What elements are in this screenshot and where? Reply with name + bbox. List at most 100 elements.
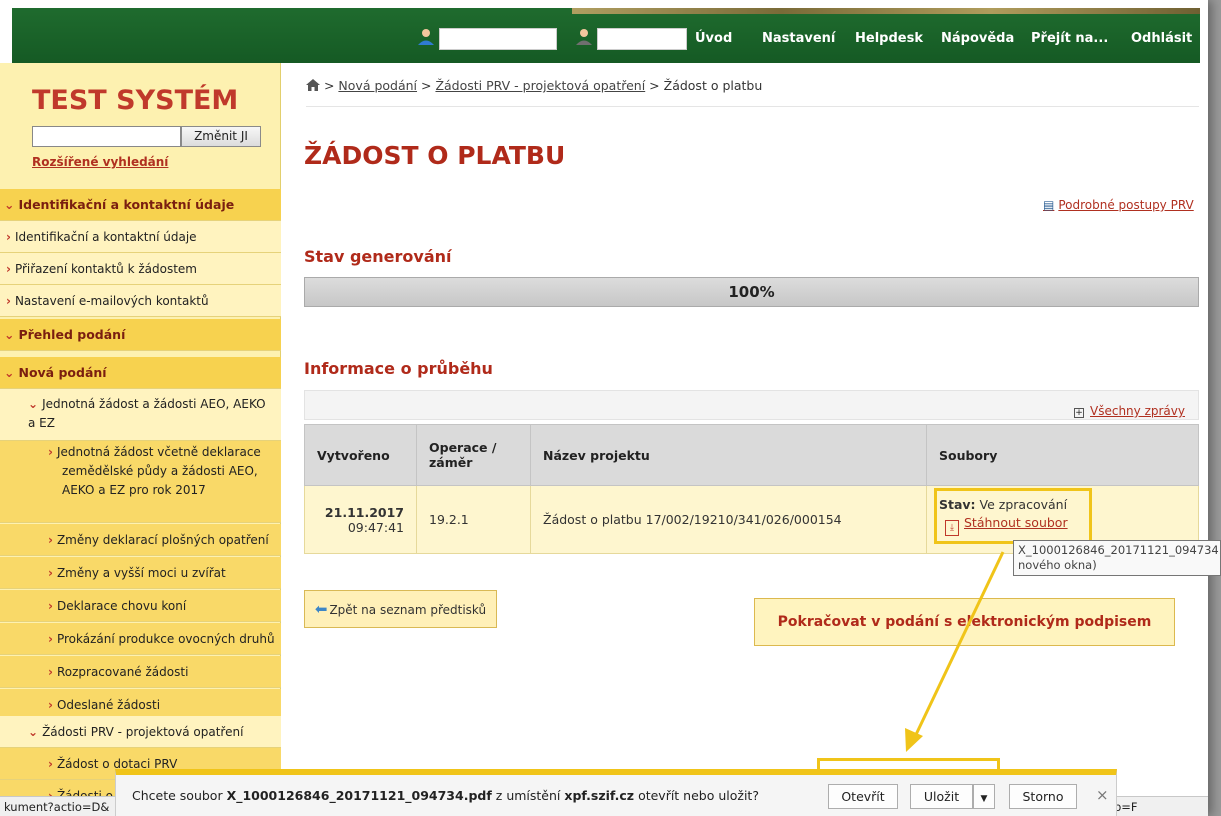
user-icon xyxy=(576,29,592,45)
download-suffix: otevřít nebo uložit? xyxy=(638,788,759,803)
sidebar-item-label: Jednotná žádost a žádosti AEO, AEKO xyxy=(42,397,266,411)
user-icon xyxy=(418,29,434,45)
download-tooltip: X_1000126846_20171121_094734.pdf nového … xyxy=(1013,540,1221,576)
sidebar-item-label: Rozpracované žádosti xyxy=(56,665,189,679)
sidebar-item-horses[interactable]: › Deklarace chovu koní xyxy=(0,590,281,622)
chevron-down-icon: ⌄ xyxy=(4,197,15,212)
advanced-search-link[interactable]: Rozšířené vyhledání xyxy=(32,155,168,169)
sidebar-item-animal-changes[interactable]: › Změny a vyšší moci u zvířat xyxy=(0,557,281,589)
chevron-right-icon: › xyxy=(6,294,11,308)
user-role-field[interactable] xyxy=(597,28,687,50)
browser-page: Úvod Nastavení Helpdesk Nápověda Přejít … xyxy=(0,0,1221,816)
close-icon[interactable]: × xyxy=(1096,786,1109,804)
continue-with-signature-button[interactable]: Pokračovat v podání s elektronickým podp… xyxy=(754,598,1175,646)
prv-procedures-label: Podrobné postupy PRV xyxy=(1058,198,1194,212)
sidebar-section-identification[interactable]: ⌄ Identifikační a kontaktní údaje xyxy=(0,189,281,221)
download-prefix: Chcete soubor xyxy=(132,788,223,803)
sidebar: TEST SYSTÉM Změnit JI Rozšířené vyhledán… xyxy=(0,63,281,816)
sidebar-item-area-changes[interactable]: › Změny deklarací plošných opatření xyxy=(0,524,281,556)
sidebar-item-label: Identifikační a kontaktní údaje xyxy=(14,230,197,244)
change-ji-button[interactable]: Změnit JI xyxy=(181,126,261,147)
table-header-row: Vytvořeno Operace / záměr Název projektu… xyxy=(304,424,1199,486)
sidebar-item-label: a EZ xyxy=(28,416,55,430)
page-title: ŽÁDOST O PLATBU xyxy=(304,141,566,170)
top-navigation-bar: Úvod Nastavení Helpdesk Nápověda Přejít … xyxy=(12,8,1200,63)
progress-info-title: Informace o průběhu xyxy=(304,359,493,378)
column-operation: Operace / záměr xyxy=(416,424,531,486)
nav-uvod[interactable]: Úvod xyxy=(695,31,732,46)
generation-progress-bar: 100% xyxy=(304,277,1199,307)
sidebar-section-new[interactable]: ⌄ Nová podání xyxy=(0,357,281,389)
system-title: TEST SYSTÉM xyxy=(32,85,239,116)
sidebar-item-label: Přiřazení kontaktů k žádostem xyxy=(14,262,197,276)
sidebar-item-prv[interactable]: ⌄ Žádosti PRV - projektová opatření xyxy=(0,716,281,748)
breadcrumb: > Nová podání > Žádosti PRV - projektová… xyxy=(306,78,762,93)
sidebar-item-contacts[interactable]: › Přiřazení kontaktů k žádostem xyxy=(0,253,281,285)
nav-prejit-na[interactable]: Přejít na... xyxy=(1031,31,1108,46)
sidebar-item-fruit-production[interactable]: › Prokázání produkce ovocných druhů xyxy=(0,623,281,655)
arrow-left-icon: ⬅ xyxy=(314,600,328,618)
chevron-right-icon: › xyxy=(6,230,11,244)
files-highlight-box xyxy=(934,488,1092,544)
sidebar-item-label: Změny deklarací plošných opatření xyxy=(56,533,269,547)
chevron-down-icon: ⌄ xyxy=(28,725,39,739)
sidebar-item-single-application[interactable]: ⌄ Jednotná žádost a žádosti AEO, AEKO a EZ xyxy=(0,389,281,441)
nav-napoveda[interactable]: Nápověda xyxy=(941,31,1014,46)
column-project-name: Název projektu xyxy=(530,424,927,486)
sidebar-item-label: Odeslané žádosti xyxy=(56,698,161,712)
sidebar-item-label: Změny a vyšší moci u zvířat xyxy=(56,566,226,580)
sidebar-section-overview[interactable]: ⌄ Přehled podání xyxy=(0,319,281,351)
sidebar-item-label: Nová podání xyxy=(18,365,107,380)
chevron-right-icon: › xyxy=(48,757,53,771)
breadcrumb-current: Žádost o platbu xyxy=(663,78,763,93)
save-button[interactable]: Uložit xyxy=(910,784,973,809)
chevron-right-icon: › xyxy=(6,262,11,276)
sidebar-item-drafts[interactable]: › Rozpracované žádosti xyxy=(0,656,281,688)
sidebar-item-label: zemědělské půdy a žádosti AEO, xyxy=(62,464,258,478)
chevron-right-icon: › xyxy=(48,698,53,712)
status-url-right: p=F xyxy=(1114,800,1138,814)
cell-project-name: Žádost o platbu 17/002/19210/341/026/000… xyxy=(530,485,927,554)
sidebar-item-identification[interactable]: › Identifikační a kontaktní údaje xyxy=(0,221,281,253)
ji-input[interactable] xyxy=(32,126,181,147)
nav-odhlasit[interactable]: Odhlásit xyxy=(1131,31,1192,46)
sidebar-item-email-contacts[interactable]: › Nastavení e-mailových kontaktů xyxy=(0,285,281,317)
breadcrumb-prv-requests[interactable]: Žádosti PRV - projektová opatření xyxy=(435,78,645,93)
all-messages-toggle[interactable]: + Všechny zprávy xyxy=(1074,404,1185,418)
download-host: xpf.szif.cz xyxy=(564,788,635,803)
expand-icon: + xyxy=(1074,408,1084,418)
sidebar-item-label: Deklarace chovu koní xyxy=(56,599,187,613)
home-icon[interactable] xyxy=(306,79,320,91)
cancel-button[interactable]: Storno xyxy=(1009,784,1077,809)
header-banner xyxy=(572,8,1200,14)
breadcrumb-divider xyxy=(306,106,1199,107)
user-name-field[interactable] xyxy=(439,28,557,50)
tooltip-note: nového okna) xyxy=(1018,558,1097,572)
open-button[interactable]: Otevřít xyxy=(828,784,898,809)
sidebar-item-single-application-2017[interactable]: › Jednotná žádost včetně deklarace zeměděl… xyxy=(0,441,281,523)
document-icon: ▤ xyxy=(1043,198,1055,212)
prv-procedures-link[interactable]: ▤ Podrobné postupy PRV xyxy=(1043,198,1194,212)
chevron-down-icon: ⌄ xyxy=(4,365,15,380)
breadcrumb-new-submissions[interactable]: Nová podání xyxy=(338,78,417,93)
sidebar-item-label: Prokázání produkce ovocných druhů xyxy=(56,632,275,646)
download-middle: z umístění xyxy=(495,788,561,803)
chevron-right-icon: › xyxy=(48,599,53,613)
sidebar-item-label: Žádosti PRV - projektová opatření xyxy=(42,725,244,739)
cell-created: 21.11.2017 09:47:41 xyxy=(304,485,417,554)
sidebar-item-label: Jednotná žádost včetně deklarace xyxy=(56,445,261,459)
download-message: Chcete soubor X_1000126846_20171121_0947… xyxy=(132,788,759,803)
save-options-button[interactable]: ▼ xyxy=(973,784,995,809)
status-url-left: kument?actio=D& xyxy=(4,800,110,814)
sidebar-item-label: Přehled podání xyxy=(18,327,126,342)
nav-helpdesk[interactable]: Helpdesk xyxy=(855,31,923,46)
chevron-down-icon: ▼ xyxy=(980,794,988,804)
chevron-right-icon: › xyxy=(48,665,53,679)
cell-operation: 19.2.1 xyxy=(416,485,531,554)
download-notification-bar: Chcete soubor X_1000126846_20171121_0947… xyxy=(115,769,1117,816)
nav-nastaveni[interactable]: Nastavení xyxy=(762,31,835,46)
created-date: 21.11.2017 xyxy=(324,504,404,520)
download-filename: X_1000126846_20171121_094734.pdf xyxy=(226,788,492,803)
progress-label: 100% xyxy=(728,283,775,301)
back-to-list-button[interactable]: ⬅ Zpět na seznam předtisků xyxy=(304,590,497,628)
